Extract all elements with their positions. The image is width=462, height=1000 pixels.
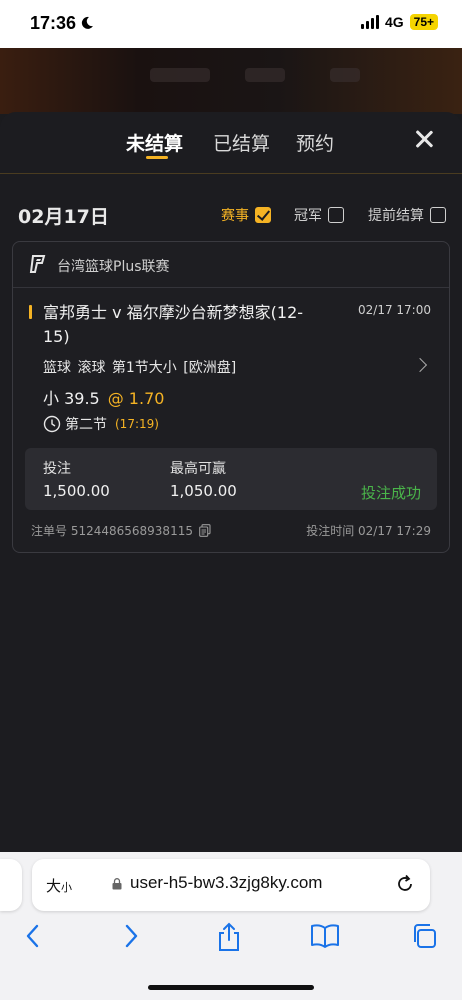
match-start-time: 02/17 17:00 — [358, 303, 431, 317]
match-accent-bar — [29, 305, 32, 319]
tabs-icon[interactable] — [410, 922, 438, 950]
filter-events-label: 赛事 — [221, 208, 249, 224]
match-title-line2: 15) — [43, 327, 70, 346]
period-label: 第二节 — [65, 417, 107, 433]
copy-icon[interactable] — [199, 524, 211, 537]
max-win-label: 最高可赢 — [170, 461, 226, 477]
bookmarks-icon[interactable] — [310, 922, 340, 950]
filter-early-settle-checkbox[interactable] — [430, 207, 446, 223]
tab-bar: 未结算 已结算 预约 — [0, 112, 462, 174]
lock-icon — [112, 878, 122, 890]
home-indicator — [148, 985, 314, 990]
moon-icon — [81, 16, 93, 29]
selection: 小 39.5 @ 1.70 — [43, 385, 164, 409]
match-title-line1: 富邦勇士 v 福尔摩沙台新梦想家(12- — [43, 303, 304, 322]
league-name: 台湾篮球Plus联赛 — [57, 259, 170, 275]
active-tab-indicator — [146, 156, 168, 159]
filter-events-checkbox[interactable] — [255, 207, 271, 223]
odds-value: @ 1.70 — [107, 389, 165, 408]
signal-icon — [360, 15, 379, 29]
battery-indicator: 75+ — [409, 14, 438, 30]
filter-champion[interactable]: 冠军 — [294, 205, 344, 225]
address-bar[interactable]: 大小 user-h5-bw3.3zjg8ky.com — [32, 859, 430, 911]
chevron-right-icon[interactable] — [412, 357, 428, 373]
stake-value: 1,500.00 — [43, 482, 110, 500]
tab-unsettled[interactable]: 未结算 — [126, 129, 183, 156]
ticket-number: 注单号 5124486568938115 — [31, 522, 211, 539]
clock-icon — [43, 415, 61, 433]
text-size-large: 大 — [46, 877, 62, 895]
browser-nav — [0, 922, 462, 958]
text-size-button[interactable]: 大小 — [46, 875, 72, 896]
text-size-small: 小 — [61, 881, 73, 894]
network-label: 4G — [384, 14, 404, 30]
bet-time: 投注时间 02/17 17:29 — [306, 524, 431, 538]
background-page — [0, 48, 462, 114]
share-icon[interactable] — [216, 922, 242, 952]
forward-icon[interactable] — [122, 922, 140, 950]
stake-label: 投注 — [43, 461, 71, 477]
browser-toolbar: 大小 user-h5-bw3.3zjg8ky.com — [0, 852, 462, 1000]
close-icon[interactable] — [412, 128, 436, 152]
match-period: 第二节 (17:19) — [43, 414, 159, 434]
tab-settled[interactable]: 已结算 — [213, 129, 270, 156]
status-bar: 17:36 4G 75+ — [0, 0, 462, 48]
filter-early-settle-label: 提前结算 — [368, 208, 424, 224]
match-title: 富邦勇士 v 福尔摩沙台新梦想家(12- 15) — [43, 301, 333, 349]
previous-tab-stub[interactable] — [0, 859, 22, 911]
filter-events[interactable]: 赛事 — [221, 205, 271, 225]
market-description: 篮球 滚球 第1节大小 [欧洲盘] — [43, 360, 237, 376]
period-clock: (17:19) — [115, 417, 159, 431]
bet-record-sheet: 未结算 已结算 预约 02月17日 赛事 冠军 提前结算 台湾篮球Plus联赛 — [0, 112, 462, 852]
filter-early-settle[interactable]: 提前结算 — [368, 205, 446, 225]
filter-champion-label: 冠军 — [294, 208, 322, 224]
bet-card-header: 台湾篮球Plus联赛 — [13, 242, 449, 288]
ticket-number-text: 注单号 5124486568938115 — [31, 524, 193, 538]
selection-text: 小 39.5 — [43, 389, 100, 408]
back-icon[interactable] — [24, 922, 42, 950]
max-win-value: 1,050.00 — [170, 482, 237, 500]
url-text[interactable]: user-h5-bw3.3zjg8ky.com — [130, 873, 322, 893]
date-filter-row: 02月17日 赛事 冠军 提前结算 — [18, 200, 450, 230]
filter-champion-checkbox[interactable] — [328, 207, 344, 223]
bet-status: 投注成功 — [360, 484, 421, 502]
reload-icon[interactable] — [394, 873, 416, 895]
status-time: 17:36 — [30, 13, 77, 33]
stake-summary: 投注 1,500.00 最高可赢 1,050.00 投注成功 — [25, 448, 437, 510]
date-label: 02月17日 — [18, 206, 109, 228]
league-logo-icon — [29, 255, 46, 273]
bet-card[interactable]: 台湾篮球Plus联赛 富邦勇士 v 福尔摩沙台新梦想家(12- 15) 02/1… — [12, 241, 450, 553]
tab-reserved[interactable]: 预约 — [296, 129, 334, 156]
